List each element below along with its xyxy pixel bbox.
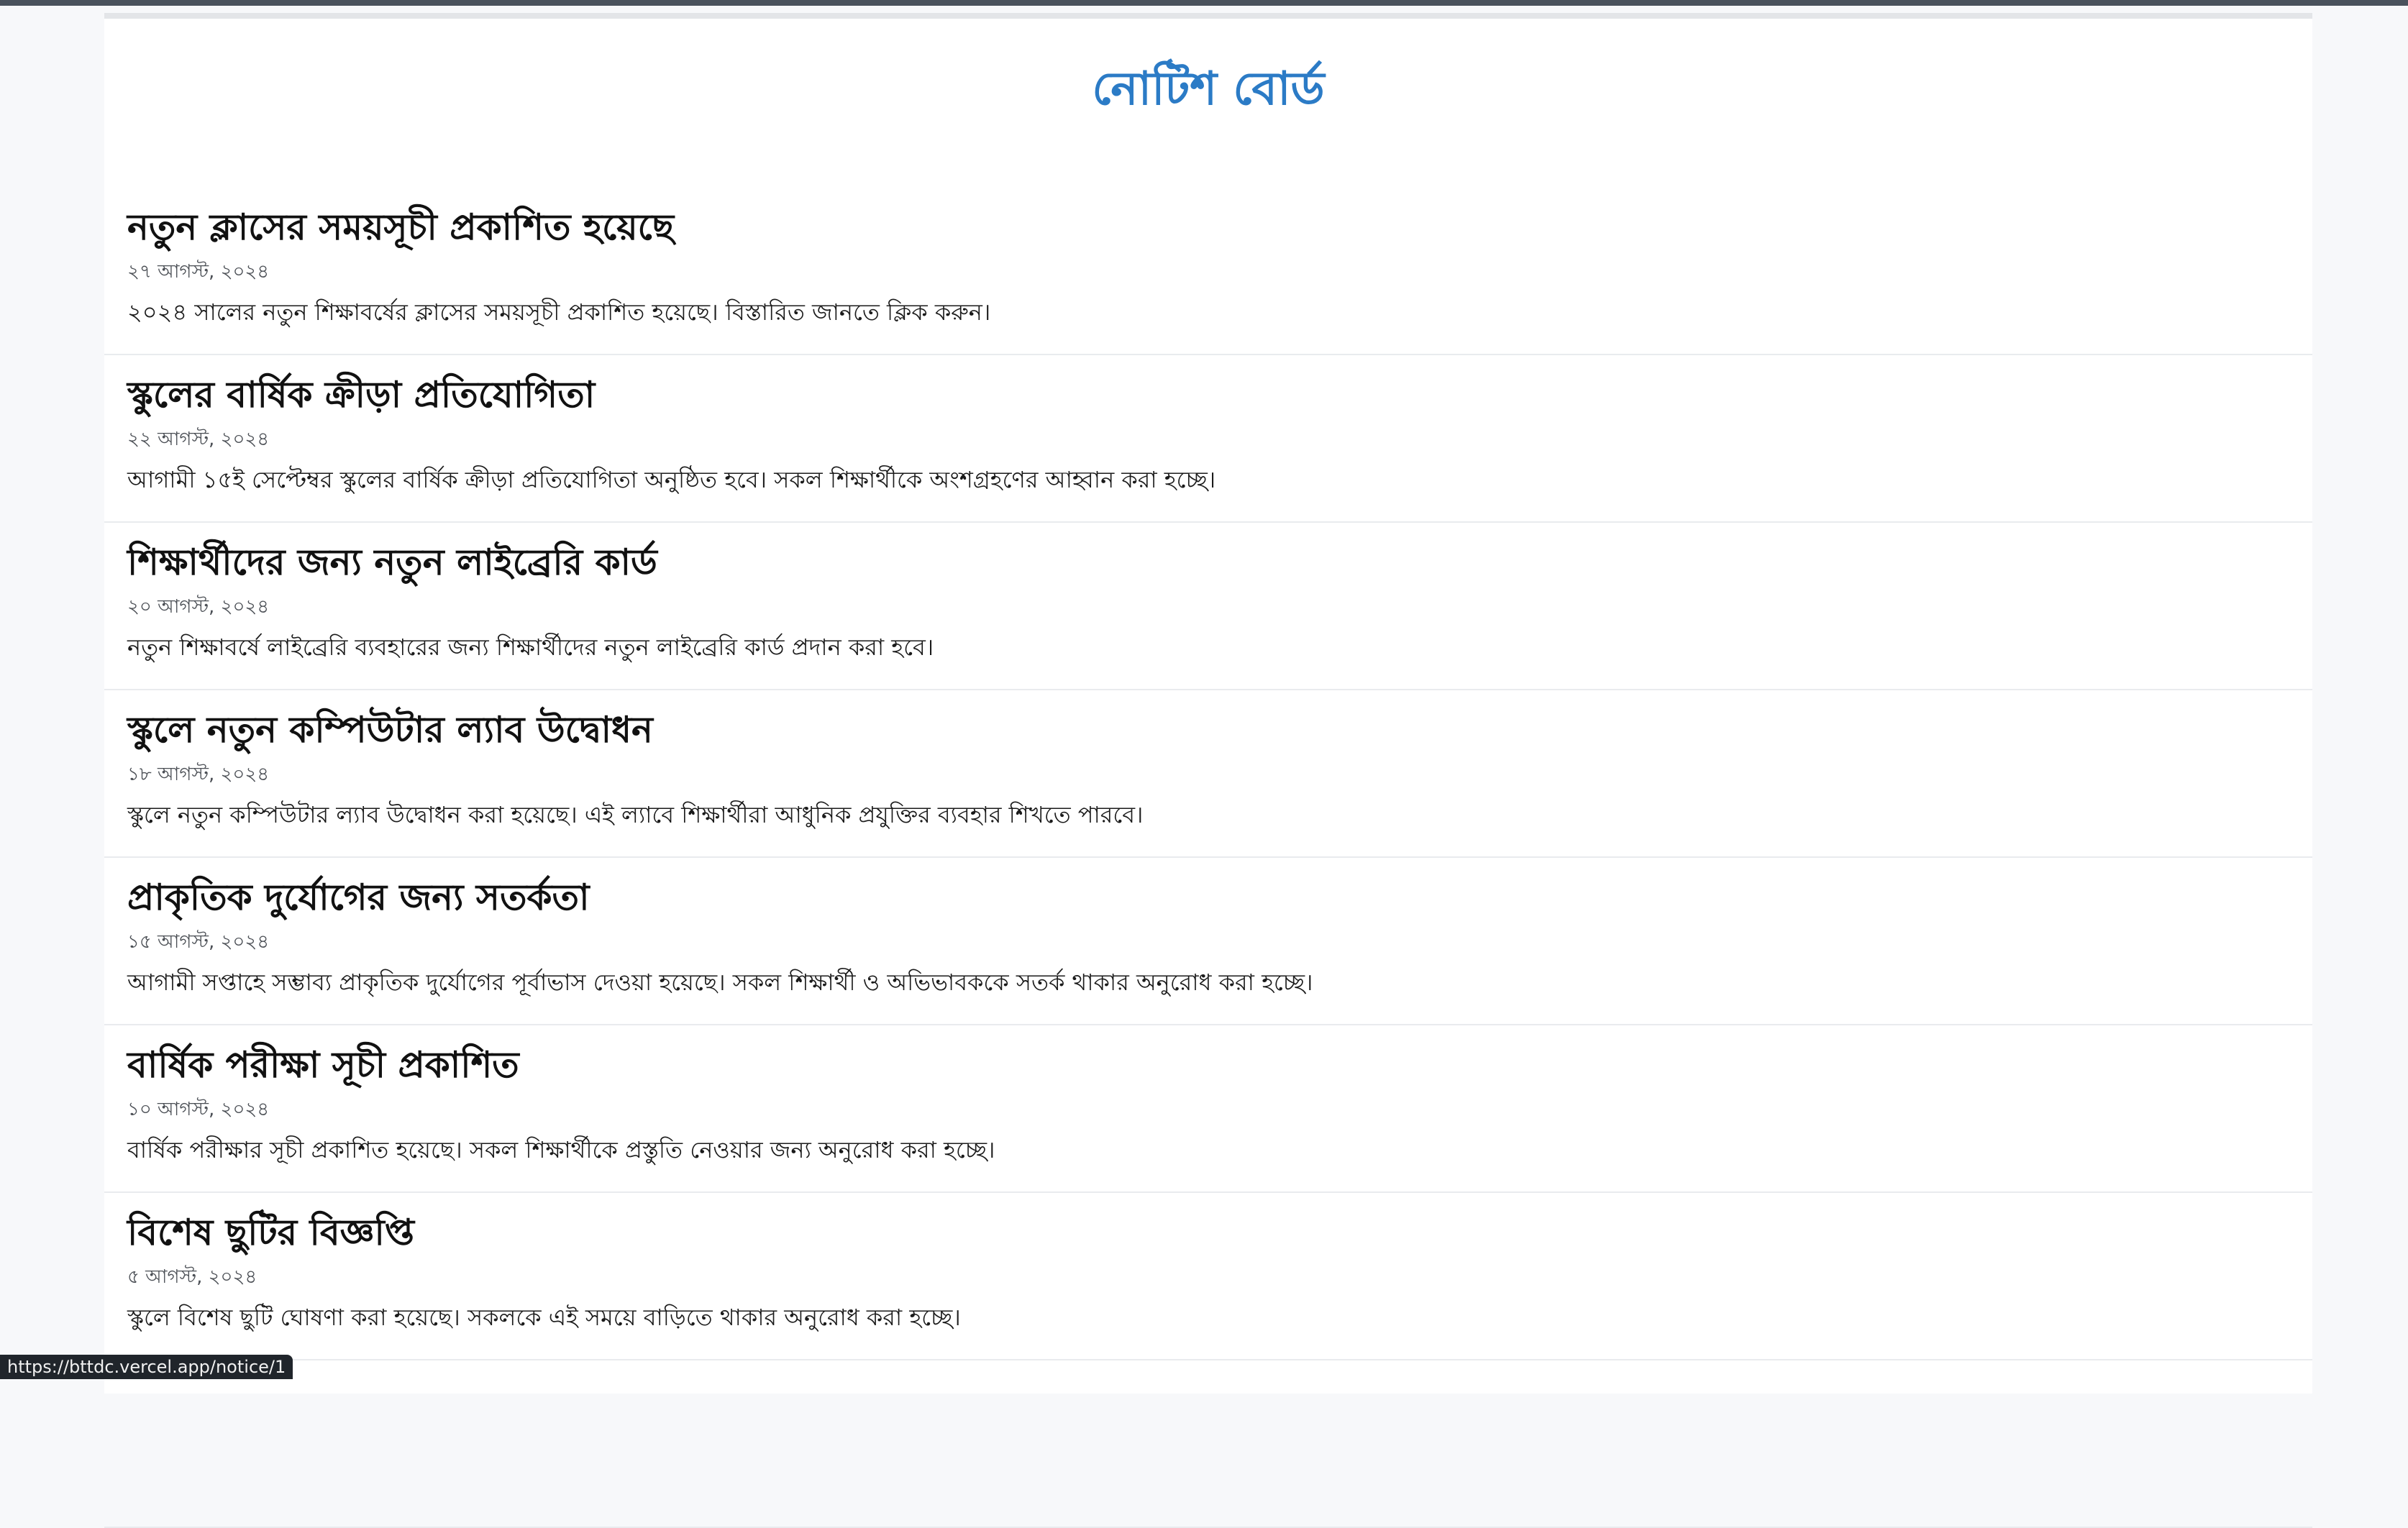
page-title: নোটিশ বোর্ড: [1092, 63, 1325, 116]
notice-item[interactable]: [104, 1360, 2312, 1528]
notice-item[interactable]: বিশেষ ছুটির বিজ্ঞপ্তি ৫ আগস্ট, ২০২৪ স্কু…: [104, 1193, 2312, 1360]
notice-date: ১৮ আগস্ট, ২০২৪: [127, 764, 270, 785]
notice-title[interactable]: স্কুলের বার্ষিক ক্রীড়া প্রতিযোগিতা: [127, 375, 595, 415]
notice-summary: আগামী ১৫ই সেপ্টেম্বর স্কুলের বার্ষিক ক্র…: [127, 466, 1216, 493]
notice-date: ২২ আগস্ট, ২০২৪: [127, 429, 270, 450]
status-bar-url: https://bttdc.vercel.app/notice/1: [0, 1355, 293, 1379]
notice-title[interactable]: বার্ষিক পরীক্ষা সূচী প্রকাশিত: [127, 1046, 519, 1085]
notice-item[interactable]: নতুন ক্লাসের সময়সূচী প্রকাশিত হয়েছে ২৭…: [104, 188, 2312, 355]
notice-date: ৫ আগস্ট, ২০২৪: [127, 1266, 257, 1288]
notice-item[interactable]: স্কুলের বার্ষিক ক্রীড়া প্রতিযোগিতা ২২ আ…: [104, 355, 2312, 523]
browser-top-strip: [0, 0, 2408, 6]
notice-item[interactable]: শিক্ষার্থীদের জন্য নতুন লাইব্রেরি কার্ড …: [104, 523, 2312, 690]
notice-board-container: নোটিশ বোর্ড নতুন ক্লাসের সময়সূচী প্রকাশ…: [104, 13, 2312, 1528]
notice-title[interactable]: বিশেষ ছুটির বিজ্ঞপ্তি: [127, 1213, 414, 1253]
notice-date: ২০ আগস্ট, ২০২৪: [127, 596, 270, 618]
notice-title[interactable]: নতুন ক্লাসের সময়সূচী প্রকাশিত হয়েছে: [127, 208, 674, 247]
notice-date: ১৫ আগস্ট, ২০২৪: [127, 931, 270, 953]
notice-summary: স্কুলে বিশেষ ছুটি ঘোষণা করা হয়েছে। সকলক…: [127, 1304, 961, 1331]
notice-summary: ২০২৪ সালের নতুন শিক্ষাবর্ষের ক্লাসের সময…: [127, 298, 991, 326]
notice-summary: বার্ষিক পরীক্ষার সূচী প্রকাশিত হয়েছে। স…: [127, 1136, 995, 1163]
notice-date: ২৭ আগস্ট, ২০২৪: [127, 261, 270, 283]
notice-item[interactable]: স্কুলে নতুন কম্পিউটার ল্যাব উদ্বোধন ১৮ আ…: [104, 690, 2312, 858]
notice-title[interactable]: প্রাকৃতিক দুর্যোগের জন্য সতর্কতা: [127, 878, 589, 918]
notice-summary: আগামী সপ্তাহে সম্ভাব্য প্রাকৃতিক দুর্যোগ…: [127, 969, 1313, 996]
notice-title[interactable]: শিক্ষার্থীদের জন্য নতুন লাইব্রেরি কার্ড: [127, 543, 657, 582]
notice-item[interactable]: প্রাকৃতিক দুর্যোগের জন্য সতর্কতা ১৫ আগস্…: [104, 858, 2312, 1025]
notice-title[interactable]: স্কুলে নতুন কম্পিউটার ল্যাব উদ্বোধন: [127, 710, 653, 750]
notice-list: নতুন ক্লাসের সময়সূচী প্রকাশিত হয়েছে ২৭…: [104, 188, 2312, 1528]
notice-summary: স্কুলে নতুন কম্পিউটার ল্যাব উদ্বোধন করা …: [127, 801, 1144, 828]
notice-date: ১০ আগস্ট, ২০২৪: [127, 1099, 270, 1120]
notice-summary: নতুন শিক্ষাবর্ষে লাইব্রেরি ব্যবহারের জন্…: [127, 633, 934, 661]
notice-item[interactable]: বার্ষিক পরীক্ষা সূচী প্রকাশিত ১০ আগস্ট, …: [104, 1025, 2312, 1193]
